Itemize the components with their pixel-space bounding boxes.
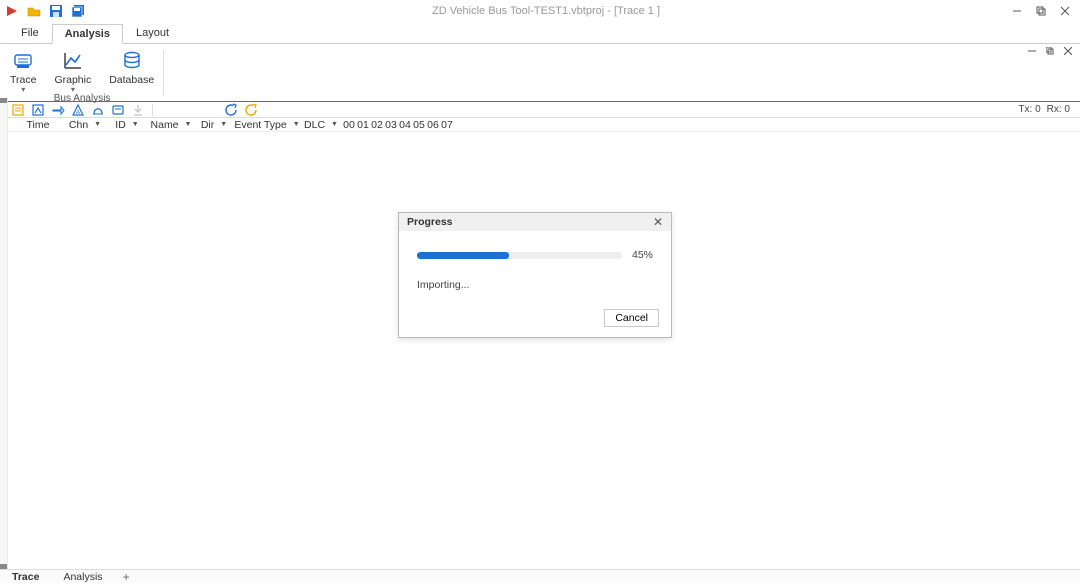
- close-button[interactable]: [1054, 2, 1076, 20]
- progress-dialog: Progress ✕ 45% Importing... Cancel: [398, 212, 672, 338]
- dropdown-icon[interactable]: ▼: [94, 121, 101, 128]
- tab-analysis[interactable]: Analysis: [52, 24, 123, 44]
- child-minimize-button[interactable]: [1024, 44, 1040, 58]
- trace-grid[interactable]: [8, 132, 1080, 569]
- tx-count: Tx: 0: [1018, 104, 1040, 115]
- child-restore-button[interactable]: [1042, 44, 1058, 58]
- add-tab-button[interactable]: +: [115, 570, 138, 584]
- progress-fill: [417, 252, 509, 259]
- progress-bar: [417, 252, 622, 259]
- trace-button[interactable]: Trace ▾: [10, 46, 36, 93]
- column-header-dlc[interactable]: DLC▼: [300, 119, 342, 131]
- app-icon: [4, 3, 20, 19]
- dropdown-icon[interactable]: ▼: [220, 121, 227, 128]
- tool-icon-7[interactable]: [130, 102, 146, 118]
- column-header-07[interactable]: 07: [440, 119, 454, 131]
- column-header-04[interactable]: 04: [398, 119, 412, 131]
- graphic-icon: [62, 50, 84, 72]
- dialog-close-icon[interactable]: ✕: [653, 215, 663, 229]
- trace-icon: [12, 50, 34, 72]
- dropdown-icon[interactable]: ▼: [293, 121, 300, 128]
- database-label: Database: [109, 74, 154, 86]
- dropdown-icon[interactable]: ▼: [185, 121, 192, 128]
- column-header-05[interactable]: 05: [412, 119, 426, 131]
- dialog-title: Progress: [407, 216, 453, 228]
- column-header-time[interactable]: Time: [12, 119, 64, 131]
- column-header-00[interactable]: 00: [342, 119, 356, 131]
- column-header-01[interactable]: 01: [356, 119, 370, 131]
- child-close-button[interactable]: [1060, 44, 1076, 58]
- ribbon-group-label: Bus Analysis: [54, 93, 111, 105]
- chevron-down-icon: ▾: [21, 87, 25, 93]
- gutter-handle-top[interactable]: [0, 98, 7, 103]
- progress-percent: 45%: [632, 249, 653, 261]
- dropdown-icon[interactable]: ▼: [331, 121, 338, 128]
- rx-count: Rx: 0: [1047, 104, 1070, 115]
- column-header-02[interactable]: 02: [370, 119, 384, 131]
- column-header-id[interactable]: ID▼: [106, 119, 148, 131]
- svg-text:A: A: [76, 110, 80, 116]
- tool-icon-1[interactable]: [10, 102, 26, 118]
- refresh-icon[interactable]: [223, 102, 239, 118]
- graphic-button[interactable]: Graphic ▾: [54, 46, 91, 93]
- column-header-chn[interactable]: Chn▼: [64, 119, 106, 131]
- open-icon[interactable]: [26, 3, 42, 19]
- tab-layout[interactable]: Layout: [123, 23, 182, 43]
- save-icon[interactable]: [48, 3, 64, 19]
- save-all-icon[interactable]: [70, 3, 86, 19]
- dropdown-icon[interactable]: ▼: [132, 121, 139, 128]
- tab-file[interactable]: File: [8, 23, 52, 43]
- column-header-06[interactable]: 06: [426, 119, 440, 131]
- column-header-name[interactable]: Name▼: [148, 119, 194, 131]
- column-header-event-type[interactable]: Event Type▼: [234, 119, 300, 131]
- window-title: ZD Vehicle Bus Tool-TEST1.vbtproj - [Tra…: [86, 5, 1006, 17]
- column-header-dir[interactable]: Dir▼: [194, 119, 234, 131]
- tool-icon-2[interactable]: [30, 102, 46, 118]
- bottom-tab-trace[interactable]: Trace: [0, 570, 51, 584]
- cancel-button[interactable]: Cancel: [604, 309, 659, 327]
- minimize-button[interactable]: [1006, 2, 1028, 20]
- bottom-tab-analysis[interactable]: Analysis: [51, 570, 114, 584]
- database-icon: [121, 50, 143, 72]
- tool-icon-6[interactable]: [110, 102, 126, 118]
- progress-status: Importing...: [417, 279, 653, 291]
- refresh-alt-icon[interactable]: [243, 102, 259, 118]
- column-header-03[interactable]: 03: [384, 119, 398, 131]
- maximize-button[interactable]: [1030, 2, 1052, 20]
- toolbar-separator: [152, 104, 153, 116]
- database-button[interactable]: Database: [109, 46, 154, 93]
